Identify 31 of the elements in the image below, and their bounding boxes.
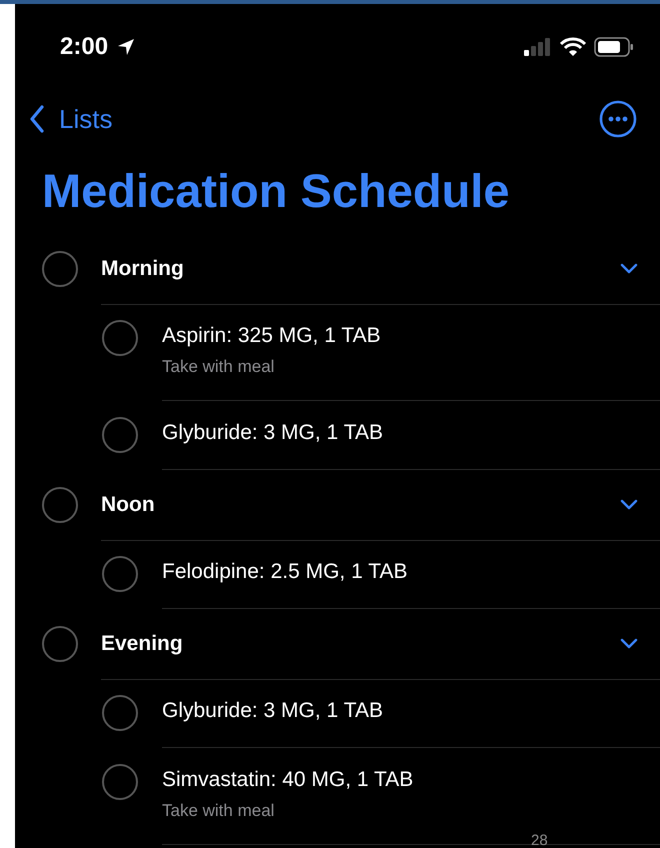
status-time: 2:00 bbox=[60, 33, 108, 61]
list-title: Medication Schedule bbox=[41, 163, 510, 219]
reminder-title: Glyburide: 3 MG, 1 TAB bbox=[162, 699, 384, 723]
wifi-icon bbox=[560, 37, 586, 57]
back-chevron-icon[interactable] bbox=[29, 105, 45, 133]
checkbox[interactable] bbox=[102, 417, 138, 453]
more-icon[interactable] bbox=[599, 100, 637, 138]
checkbox[interactable] bbox=[42, 251, 78, 287]
section-title: Noon bbox=[101, 492, 155, 516]
reminder-title: Simvastatin: 40 MG, 1 TAB bbox=[162, 768, 414, 792]
location-arrow-icon bbox=[116, 37, 136, 57]
back-button[interactable]: Lists bbox=[29, 104, 112, 134]
chevron-icon[interactable] bbox=[620, 498, 638, 510]
reminder-note: Take with meal bbox=[162, 357, 276, 377]
checkbox[interactable] bbox=[102, 764, 138, 800]
section-title: Morning bbox=[101, 256, 184, 280]
page-number: 28 bbox=[531, 833, 548, 848]
checkbox[interactable] bbox=[102, 556, 138, 592]
checkbox[interactable] bbox=[42, 487, 78, 523]
checkbox[interactable] bbox=[102, 695, 138, 731]
reminder-title: Aspirin: 325 MG, 1 TAB bbox=[162, 324, 382, 348]
signal-icon bbox=[524, 38, 552, 56]
chevron-icon[interactable] bbox=[620, 638, 638, 650]
checkbox[interactable] bbox=[102, 320, 138, 356]
reminder-title: Glyburide: 3 MG, 1 TAB bbox=[162, 421, 384, 445]
section-title: Evening bbox=[101, 632, 183, 656]
reminder-note: Take with meal bbox=[162, 801, 276, 821]
checkbox[interactable] bbox=[42, 626, 78, 662]
chevron-icon[interactable] bbox=[620, 262, 638, 274]
battery-icon bbox=[594, 37, 634, 57]
reminder-title: Felodipine: 2.5 MG, 1 TAB bbox=[162, 560, 409, 584]
